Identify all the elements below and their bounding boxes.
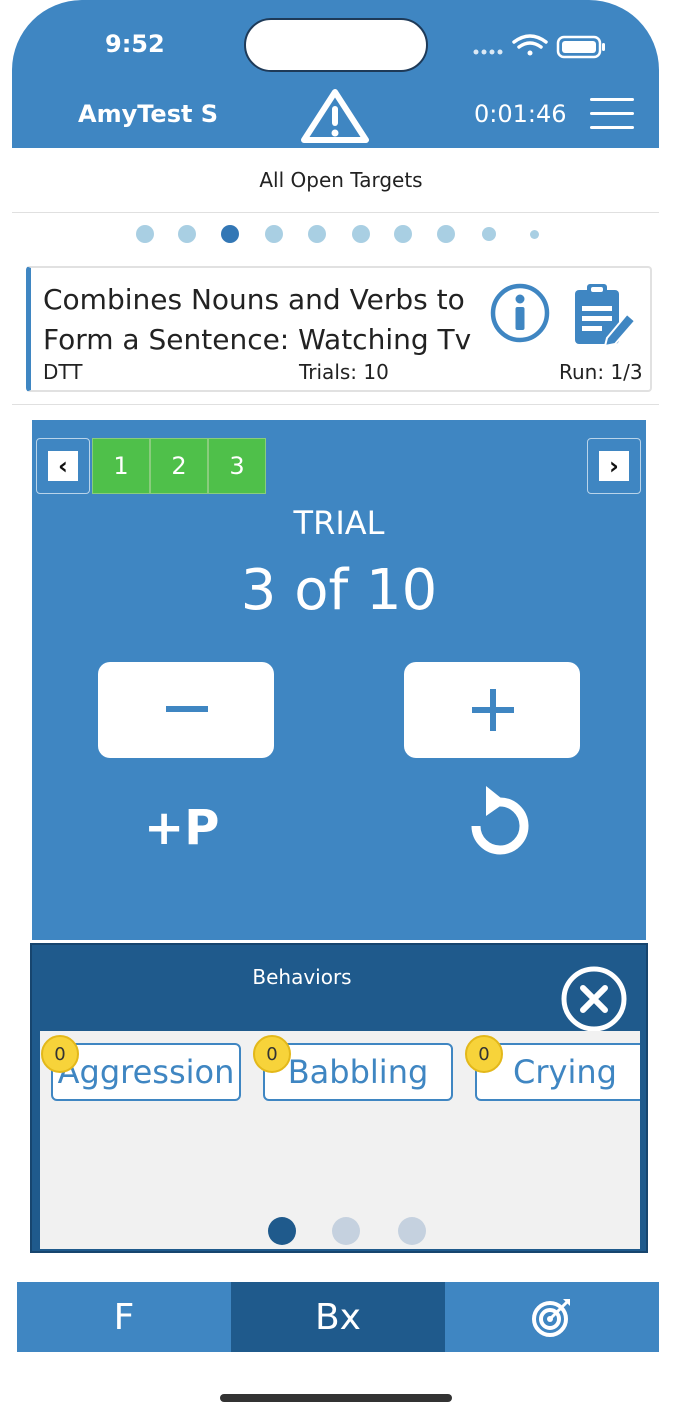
target-pager[interactable] bbox=[130, 225, 550, 245]
completed-trials: 1 2 3 bbox=[92, 438, 266, 494]
trial-panel: ‹ 1 2 3 › TRIAL 3 of 10 +P bbox=[32, 420, 646, 940]
trial-cell[interactable]: 2 bbox=[150, 438, 208, 494]
trial-cell[interactable]: 1 bbox=[92, 438, 150, 494]
target-type: DTT bbox=[43, 360, 83, 384]
behavior-crying-button[interactable]: Crying 0 bbox=[465, 1035, 640, 1101]
divider bbox=[12, 404, 659, 405]
target-title: Combines Nouns and Verbs to Form a Sente… bbox=[43, 283, 472, 356]
behaviors-panel: Behaviors Aggression 0 Babbling 0 Crying… bbox=[30, 943, 648, 1253]
undo-icon[interactable] bbox=[464, 782, 534, 860]
close-icon[interactable] bbox=[558, 963, 630, 1035]
behaviors-title: Behaviors bbox=[252, 965, 352, 989]
page-dot[interactable] bbox=[332, 1217, 360, 1245]
behavior-label: Aggression bbox=[57, 1053, 235, 1091]
chevron-left-icon: ‹ bbox=[58, 452, 68, 480]
battery-icon bbox=[556, 35, 605, 59]
count-badge: 0 bbox=[41, 1035, 79, 1073]
user-name: AmyTest S bbox=[78, 100, 219, 128]
chevron-right-icon: › bbox=[609, 452, 619, 480]
info-icon[interactable] bbox=[489, 282, 551, 344]
pager-dot[interactable] bbox=[178, 225, 196, 243]
next-trial-button[interactable]: › bbox=[587, 438, 641, 494]
home-indicator bbox=[220, 1394, 452, 1402]
prompt-button[interactable]: +P bbox=[144, 800, 219, 856]
behavior-label: Babbling bbox=[287, 1053, 429, 1091]
status-icons bbox=[473, 34, 605, 59]
session-timer: 0:01:46 bbox=[474, 100, 567, 128]
minus-button[interactable] bbox=[98, 662, 274, 758]
pager-dot[interactable] bbox=[394, 225, 412, 243]
plus-icon bbox=[472, 689, 514, 731]
pager-dot[interactable] bbox=[530, 230, 539, 239]
tab-targets[interactable] bbox=[445, 1282, 659, 1352]
behaviors-pager[interactable] bbox=[260, 1217, 430, 1247]
target-card[interactable]: Combines Nouns and Verbs to Form a Sente… bbox=[26, 266, 652, 392]
tab-bx[interactable]: Bx bbox=[231, 1282, 445, 1352]
minus-icon bbox=[166, 706, 208, 712]
trial-count: 3 of 10 bbox=[240, 558, 438, 623]
count-badge: 0 bbox=[465, 1035, 503, 1073]
clipboard-edit-icon[interactable] bbox=[571, 280, 641, 350]
pager-dot-active[interactable] bbox=[221, 225, 239, 243]
notch bbox=[244, 18, 428, 72]
pager-dot[interactable] bbox=[308, 225, 326, 243]
wifi-icon bbox=[512, 34, 548, 56]
tab-f[interactable]: F bbox=[17, 1282, 231, 1352]
pager-dot[interactable] bbox=[352, 225, 370, 243]
target-icon bbox=[532, 1299, 570, 1337]
behavior-aggression-button[interactable]: Aggression 0 bbox=[41, 1035, 241, 1101]
signal-icon bbox=[473, 49, 503, 55]
trial-cell[interactable]: 3 bbox=[208, 438, 266, 494]
divider bbox=[12, 212, 659, 213]
target-trials: Trials: 10 bbox=[299, 360, 389, 384]
pager-dot[interactable] bbox=[482, 227, 496, 241]
count-badge: 0 bbox=[253, 1035, 291, 1073]
plus-button[interactable] bbox=[404, 662, 580, 758]
page-dot[interactable] bbox=[398, 1217, 426, 1245]
trial-label: TRIAL bbox=[293, 504, 385, 542]
status-time: 9:52 bbox=[105, 30, 165, 58]
page-dot-active[interactable] bbox=[268, 1217, 296, 1245]
menu-icon[interactable] bbox=[590, 98, 634, 134]
behavior-babbling-button[interactable]: Babbling 0 bbox=[253, 1035, 453, 1101]
pager-dot[interactable] bbox=[136, 225, 154, 243]
behaviors-list: Aggression 0 Babbling 0 Crying 0 bbox=[40, 1031, 640, 1249]
prev-trial-button[interactable]: ‹ bbox=[36, 438, 90, 494]
bottom-tab-bar: F Bx bbox=[17, 1282, 659, 1352]
pager-dot[interactable] bbox=[265, 225, 283, 243]
target-run: Run: 1/3 bbox=[559, 360, 643, 384]
pager-dot[interactable] bbox=[437, 225, 455, 243]
behavior-label: Crying bbox=[513, 1053, 617, 1091]
page-subtitle: All Open Targets bbox=[259, 168, 423, 192]
phone-screen: 9:52 AmyTest S 0:01:46 All Open Targets bbox=[0, 0, 682, 1415]
warning-icon[interactable] bbox=[300, 88, 370, 144]
